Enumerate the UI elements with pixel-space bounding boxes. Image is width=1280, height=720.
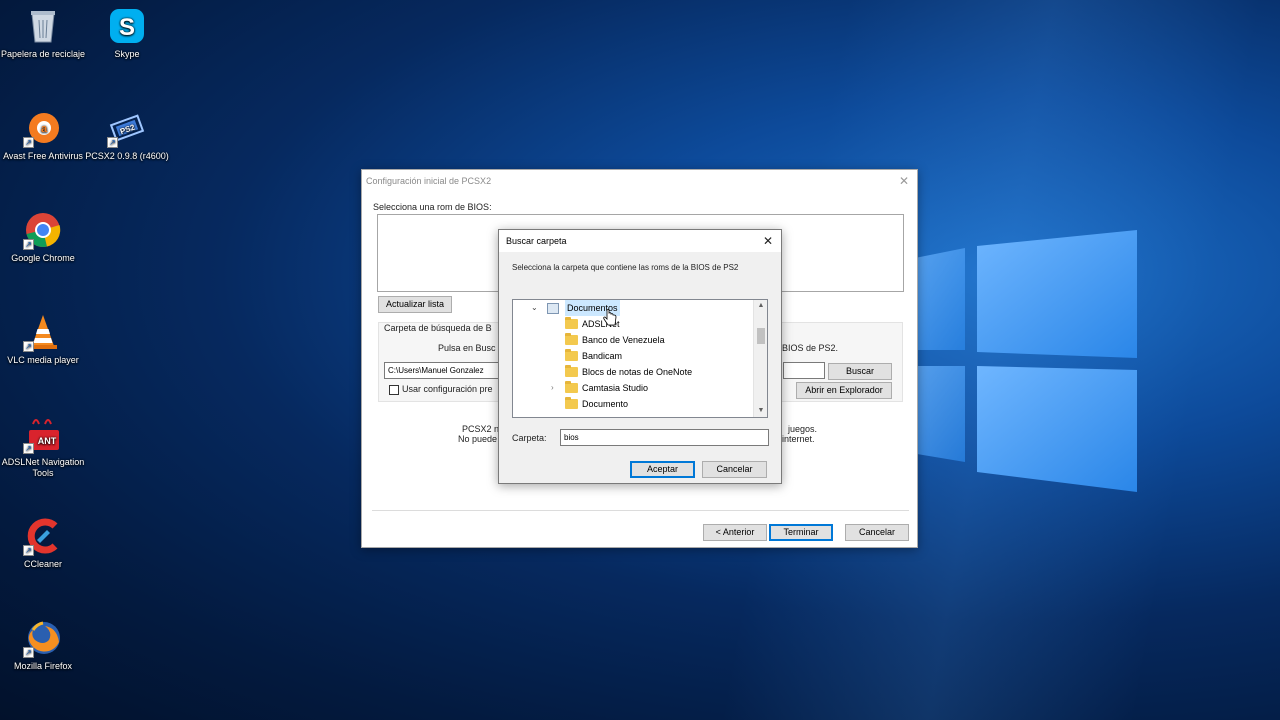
desktop-icon-label: Papelera de reciclaje — [0, 49, 86, 59]
recycle-bin-icon — [23, 6, 63, 46]
tree-item-label: Blocs de notas de OneNote — [582, 367, 693, 377]
desktop-icon-label: PCSX2 0.9.8 (r4600) — [85, 151, 169, 161]
instructions-right: BIOS de PS2. — [782, 343, 839, 353]
bios-path-input-end[interactable] — [783, 362, 825, 379]
tree-item[interactable]: Blocs de notas de OneNote — [513, 364, 753, 380]
chrome-icon: ↗ — [23, 210, 63, 250]
tree-item[interactable]: Documento — [513, 396, 753, 412]
note-line1-left: PCSX2 n — [462, 424, 500, 434]
desktop-icon-skype[interactable]: S Skype — [84, 6, 170, 60]
svg-text:a: a — [41, 123, 48, 135]
shortcut-arrow-icon: ↗ — [107, 137, 118, 148]
window-titlebar: Configuración inicial de PCSX2 ✕ — [362, 170, 917, 192]
desktop-icon-label: Mozilla Firefox — [13, 661, 72, 671]
dialog-cancel-button[interactable]: Cancelar — [702, 461, 767, 478]
scroll-down-icon[interactable]: ▼ — [754, 405, 767, 417]
chevron-right-icon[interactable]: › — [551, 380, 554, 396]
tree-item-documentos[interactable]: ⌄ Documentos — [513, 300, 753, 316]
close-icon[interactable]: ✕ — [891, 170, 917, 192]
note-line2-right: internet. — [782, 434, 815, 444]
shortcut-arrow-icon: ↗ — [23, 545, 34, 556]
back-button[interactable]: < Anterior — [703, 524, 767, 541]
desktop-icon-recycle-bin[interactable]: Papelera de reciclaje — [0, 6, 86, 60]
desktop-icon-label: ADSLNet Navigation Tools — [1, 457, 85, 478]
accept-button[interactable]: Aceptar — [630, 461, 695, 478]
tree-item-label: Camtasia Studio — [582, 383, 649, 393]
dialog-titlebar: Buscar carpeta ✕ — [499, 230, 781, 252]
folder-icon — [565, 397, 578, 409]
shortcut-arrow-icon: ↗ — [23, 647, 34, 658]
cancel-button[interactable]: Cancelar — [845, 524, 909, 541]
note-line1-right: juegos. — [788, 424, 818, 434]
desktop-icon-pcsx2[interactable]: PS2 ↗ PCSX2 0.9.8 (r4600) — [84, 108, 170, 162]
desktop-icon-label: VLC media player — [7, 355, 79, 365]
desktop-icon-avast[interactable]: a ↗ Avast Free Antivirus — [0, 108, 86, 162]
ccleaner-icon: ↗ — [23, 516, 63, 556]
tree-item-label: Banco de Venezuela — [582, 335, 665, 345]
desktop-icon-adslnet[interactable]: ANT ↗ ADSLNet Navigation Tools — [0, 414, 86, 479]
finish-button[interactable]: Terminar — [769, 524, 833, 541]
svg-text:ANT: ANT — [38, 436, 57, 446]
tree-item-label: Documento — [582, 399, 629, 409]
note-line2-left: No puede — [458, 434, 498, 444]
use-default-checkbox[interactable] — [389, 385, 399, 395]
folder-input[interactable]: bios — [560, 429, 769, 446]
folder-tree[interactable]: ⌄ Documentos ADSLNet Banco de Venezuela … — [512, 299, 768, 418]
desktop-icon-vlc[interactable]: ↗ VLC media player — [0, 312, 86, 366]
instructions-left: Pulsa en Busc — [438, 343, 496, 353]
browse-folder-dialog: Buscar carpeta ✕ Selecciona la carpeta q… — [498, 229, 782, 484]
desktop-icon-firefox[interactable]: ↗ Mozilla Firefox — [0, 618, 86, 672]
scrollbar-thumb[interactable] — [757, 328, 765, 344]
tree-item[interactable]: › Camtasia Studio — [513, 380, 753, 396]
use-default-label: Usar configuración pre — [402, 384, 493, 394]
shortcut-arrow-icon: ↗ — [23, 443, 34, 454]
avast-icon: a ↗ — [23, 108, 63, 148]
desktop-icon-ccleaner[interactable]: ↗ CCleaner — [0, 516, 86, 570]
dialog-instructions: Selecciona la carpeta que contiene las r… — [512, 263, 739, 272]
skype-icon: S — [107, 6, 147, 46]
desktop-icon-label: CCleaner — [23, 559, 63, 569]
desktop-icon-label: Google Chrome — [11, 253, 75, 263]
desktop-icon-chrome[interactable]: ↗ Google Chrome — [0, 210, 86, 264]
tree-item[interactable]: Banco de Venezuela — [513, 332, 753, 348]
desktop-icon-label: Skype — [114, 49, 140, 59]
pcsx2-icon: PS2 ↗ — [107, 108, 147, 148]
shortcut-arrow-icon: ↗ — [23, 341, 34, 352]
chevron-down-icon: ⌄ — [531, 303, 538, 312]
folder-icon — [565, 365, 578, 377]
scroll-up-icon[interactable]: ▲ — [754, 300, 767, 312]
tree-item[interactable]: Bandicam — [513, 348, 753, 364]
hand-cursor-icon — [603, 309, 617, 327]
folder-icon — [565, 381, 578, 393]
adslnet-icon: ANT ↗ — [23, 414, 63, 454]
footer-divider — [372, 510, 909, 511]
window-title: Configuración inicial de PCSX2 — [366, 176, 492, 186]
folder-icon — [565, 349, 578, 361]
close-icon[interactable]: ✕ — [755, 230, 781, 252]
desktop-icon-label: Avast Free Antivirus — [3, 151, 83, 161]
open-explorer-button[interactable]: Abrir en Explorador — [796, 382, 892, 399]
folder-icon — [565, 333, 578, 345]
document-folder-icon — [547, 303, 559, 314]
refresh-list-button[interactable]: Actualizar lista — [378, 296, 452, 313]
shortcut-arrow-icon: ↗ — [23, 239, 34, 250]
tree-item[interactable]: ADSLNet — [513, 316, 753, 332]
tree-scrollbar[interactable]: ▲ ▼ — [753, 300, 767, 417]
firefox-icon: ↗ — [23, 618, 63, 658]
browse-button[interactable]: Buscar — [828, 363, 892, 380]
windows-logo-wallpaper — [905, 200, 1145, 520]
folder-icon — [565, 317, 578, 329]
search-folder-label: Carpeta de búsqueda de B — [384, 323, 492, 333]
shortcut-arrow-icon: ↗ — [23, 137, 34, 148]
vlc-icon: ↗ — [23, 312, 63, 352]
folder-label: Carpeta: — [512, 433, 547, 443]
bios-list-label: Selecciona una rom de BIOS: — [373, 202, 492, 212]
tree-item-label: Bandicam — [582, 351, 623, 361]
svg-text:S: S — [119, 14, 135, 41]
dialog-title: Buscar carpeta — [506, 236, 567, 246]
